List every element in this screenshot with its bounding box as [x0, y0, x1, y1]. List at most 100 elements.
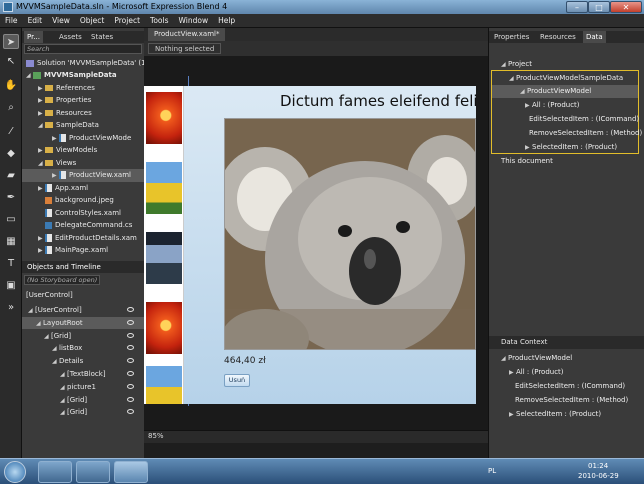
- tab-resources[interactable]: Resources: [537, 31, 579, 43]
- dc-view-model[interactable]: ◢ ProductViewModel: [489, 352, 644, 365]
- visibility-eye-icon[interactable]: [127, 345, 134, 351]
- menu-window[interactable]: Window: [174, 14, 214, 27]
- zoom-level[interactable]: 85%: [148, 432, 164, 440]
- tab-projects[interactable]: Pr...: [24, 31, 44, 43]
- visibility-eye-icon[interactable]: [127, 358, 134, 364]
- close-button[interactable]: ✕: [610, 1, 642, 13]
- object-tree-item[interactable]: ◢ listBox: [22, 342, 144, 355]
- data-all[interactable]: ▶ All : (Product): [489, 99, 644, 112]
- dc-edit-selected[interactable]: EditSelectedItem : (ICommand): [489, 380, 644, 393]
- pan-tool-icon[interactable]: ✋: [3, 78, 19, 93]
- visibility-eye-icon[interactable]: [127, 371, 134, 376]
- tree-properties[interactable]: ▶ Properties: [22, 94, 144, 107]
- product-thumbnail[interactable]: [146, 302, 182, 354]
- tab-assets[interactable]: Assets: [56, 31, 85, 43]
- tab-data[interactable]: Data: [583, 31, 606, 43]
- visibility-eye-icon[interactable]: [127, 319, 134, 325]
- dc-all[interactable]: ▶ All : (Product): [489, 366, 644, 379]
- menu-file[interactable]: File: [0, 14, 23, 27]
- dc-remove-selected[interactable]: RemoveSelectedItem : (Method): [489, 394, 644, 407]
- selection-tool-icon[interactable]: ➤: [3, 34, 19, 49]
- data-sample-source[interactable]: ◢ ProductViewModelSampleData: [489, 72, 644, 85]
- storyboard-picker[interactable]: (No Storyboard open): [24, 275, 100, 285]
- product-thumbnail[interactable]: [146, 92, 182, 144]
- product-thumbnail[interactable]: [146, 162, 182, 214]
- brush-tool-icon[interactable]: ▰: [3, 168, 19, 183]
- visibility-eye-icon[interactable]: [127, 383, 134, 389]
- tree-editproductdetails[interactable]: ▶ EditProductDetails.xam: [22, 232, 144, 245]
- object-tree-item[interactable]: ◢ Details: [22, 355, 144, 368]
- artboard[interactable]: Dictum fames eleifend felis 464,40 zł Us…: [144, 86, 476, 404]
- menu-tools[interactable]: Tools: [145, 14, 173, 27]
- product-thumbnail[interactable]: [146, 232, 182, 284]
- visibility-eye-icon[interactable]: [127, 409, 134, 415]
- tree-controlstyles[interactable]: ControlStyles.xaml: [22, 207, 144, 220]
- menu-help[interactable]: Help: [213, 14, 240, 27]
- paint-bucket-tool-icon[interactable]: ◆: [3, 146, 19, 161]
- expand-icon: ◢: [26, 72, 31, 79]
- menu-project[interactable]: Project: [109, 14, 145, 27]
- data-selected-item[interactable]: ▶ SelectedItem : (Product): [489, 141, 644, 154]
- visibility-eye-icon[interactable]: [127, 396, 134, 402]
- tree-app-xaml[interactable]: ▶ App.xaml: [22, 182, 144, 195]
- project-icon: [33, 71, 41, 79]
- menu-object[interactable]: Object: [75, 14, 109, 27]
- data-edit-selected[interactable]: EditSelectedItem : (ICommand): [489, 113, 644, 126]
- object-tree-item[interactable]: ◢ [UserControl]: [22, 304, 144, 317]
- data-remove-selected[interactable]: RemoveSelectedItem : (Method): [489, 127, 644, 140]
- clock-time[interactable]: 01:24: [588, 462, 608, 470]
- tab-states[interactable]: States: [88, 31, 116, 43]
- project-search-input[interactable]: Search: [24, 44, 142, 54]
- tree-delegatecommand[interactable]: DelegateCommand.cs: [22, 219, 144, 232]
- tree-solution[interactable]: Solution 'MVVMSampleData' (1: [22, 57, 144, 70]
- tree-background-jpeg[interactable]: background.jpeg: [22, 194, 144, 207]
- data-view-model[interactable]: ◢ ProductViewModel: [492, 85, 638, 98]
- zoom-tool-icon[interactable]: ⌕: [3, 100, 19, 115]
- blend-taskbar-icon[interactable]: [114, 461, 148, 483]
- product-thumbnail[interactable]: [146, 366, 182, 404]
- expand-icon: ◢: [509, 75, 514, 82]
- breadcrumb-selection[interactable]: Nothing selected: [148, 43, 222, 54]
- object-tree-item[interactable]: ◢ [Grid]: [22, 406, 144, 419]
- object-tree-item[interactable]: ◢ LayoutRoot: [22, 316, 144, 330]
- tree-viewmodels[interactable]: ▶ ViewModels: [22, 144, 144, 157]
- object-tree-item[interactable]: ◢ [Grid]: [22, 394, 144, 407]
- tree-resources[interactable]: ▶ Resources: [22, 107, 144, 120]
- tree-project[interactable]: ◢ MVVMSampleData: [22, 69, 144, 82]
- text-tool-icon[interactable]: T: [3, 256, 19, 271]
- tree-views[interactable]: ◢ Views: [22, 157, 144, 170]
- object-tree-item[interactable]: ◢ [TextBlock]: [22, 368, 144, 381]
- dc-selected-item[interactable]: ▶ SelectedItem : (Product): [489, 408, 644, 421]
- rectangle-tool-icon[interactable]: ▭: [3, 212, 19, 227]
- direct-selection-tool-icon[interactable]: ↖: [3, 54, 19, 69]
- tree-mainpage[interactable]: ▶ MainPage.xaml: [22, 244, 144, 257]
- menu-edit[interactable]: Edit: [23, 14, 48, 27]
- explorer-taskbar-icon[interactable]: [38, 461, 72, 483]
- object-tree-item[interactable]: ◢ picture1: [22, 381, 144, 394]
- data-this-document[interactable]: This document: [489, 155, 644, 168]
- tree-sampledata[interactable]: ◢ SampleData: [22, 119, 144, 132]
- tab-properties[interactable]: Properties: [491, 31, 532, 43]
- minimize-button[interactable]: –: [566, 1, 588, 13]
- maximize-button[interactable]: □: [588, 1, 610, 13]
- assets-tool-icon[interactable]: »: [3, 300, 19, 315]
- start-button[interactable]: [4, 461, 26, 483]
- object-tree-item[interactable]: ◢ [Grid]: [22, 330, 144, 343]
- delete-button[interactable]: Usuń: [224, 374, 250, 387]
- tree-productviewmode[interactable]: ▶ ProductViewMode: [22, 132, 144, 145]
- visibility-eye-icon[interactable]: [127, 307, 134, 312]
- eyedropper-tool-icon[interactable]: ⁄: [3, 124, 19, 139]
- visibility-eye-icon[interactable]: [127, 332, 134, 338]
- tree-productview-xaml[interactable]: ▶ ProductView.xaml: [22, 169, 144, 182]
- document-tab[interactable]: ProductView.xaml*: [148, 28, 226, 41]
- menu-view[interactable]: View: [47, 14, 75, 27]
- grid-tool-icon[interactable]: ▦: [3, 234, 19, 249]
- control-tool-icon[interactable]: ▣: [3, 278, 19, 293]
- tree-references[interactable]: ▶ References: [22, 82, 144, 95]
- product-list[interactable]: [144, 86, 184, 404]
- pen-tool-icon[interactable]: ✒: [3, 190, 19, 205]
- media-player-taskbar-icon[interactable]: [76, 461, 110, 483]
- language-indicator[interactable]: PL: [488, 467, 496, 475]
- clock-date[interactable]: 2010-06-29: [578, 472, 619, 480]
- objects-timeline-title: Objects and Timeline: [27, 263, 101, 271]
